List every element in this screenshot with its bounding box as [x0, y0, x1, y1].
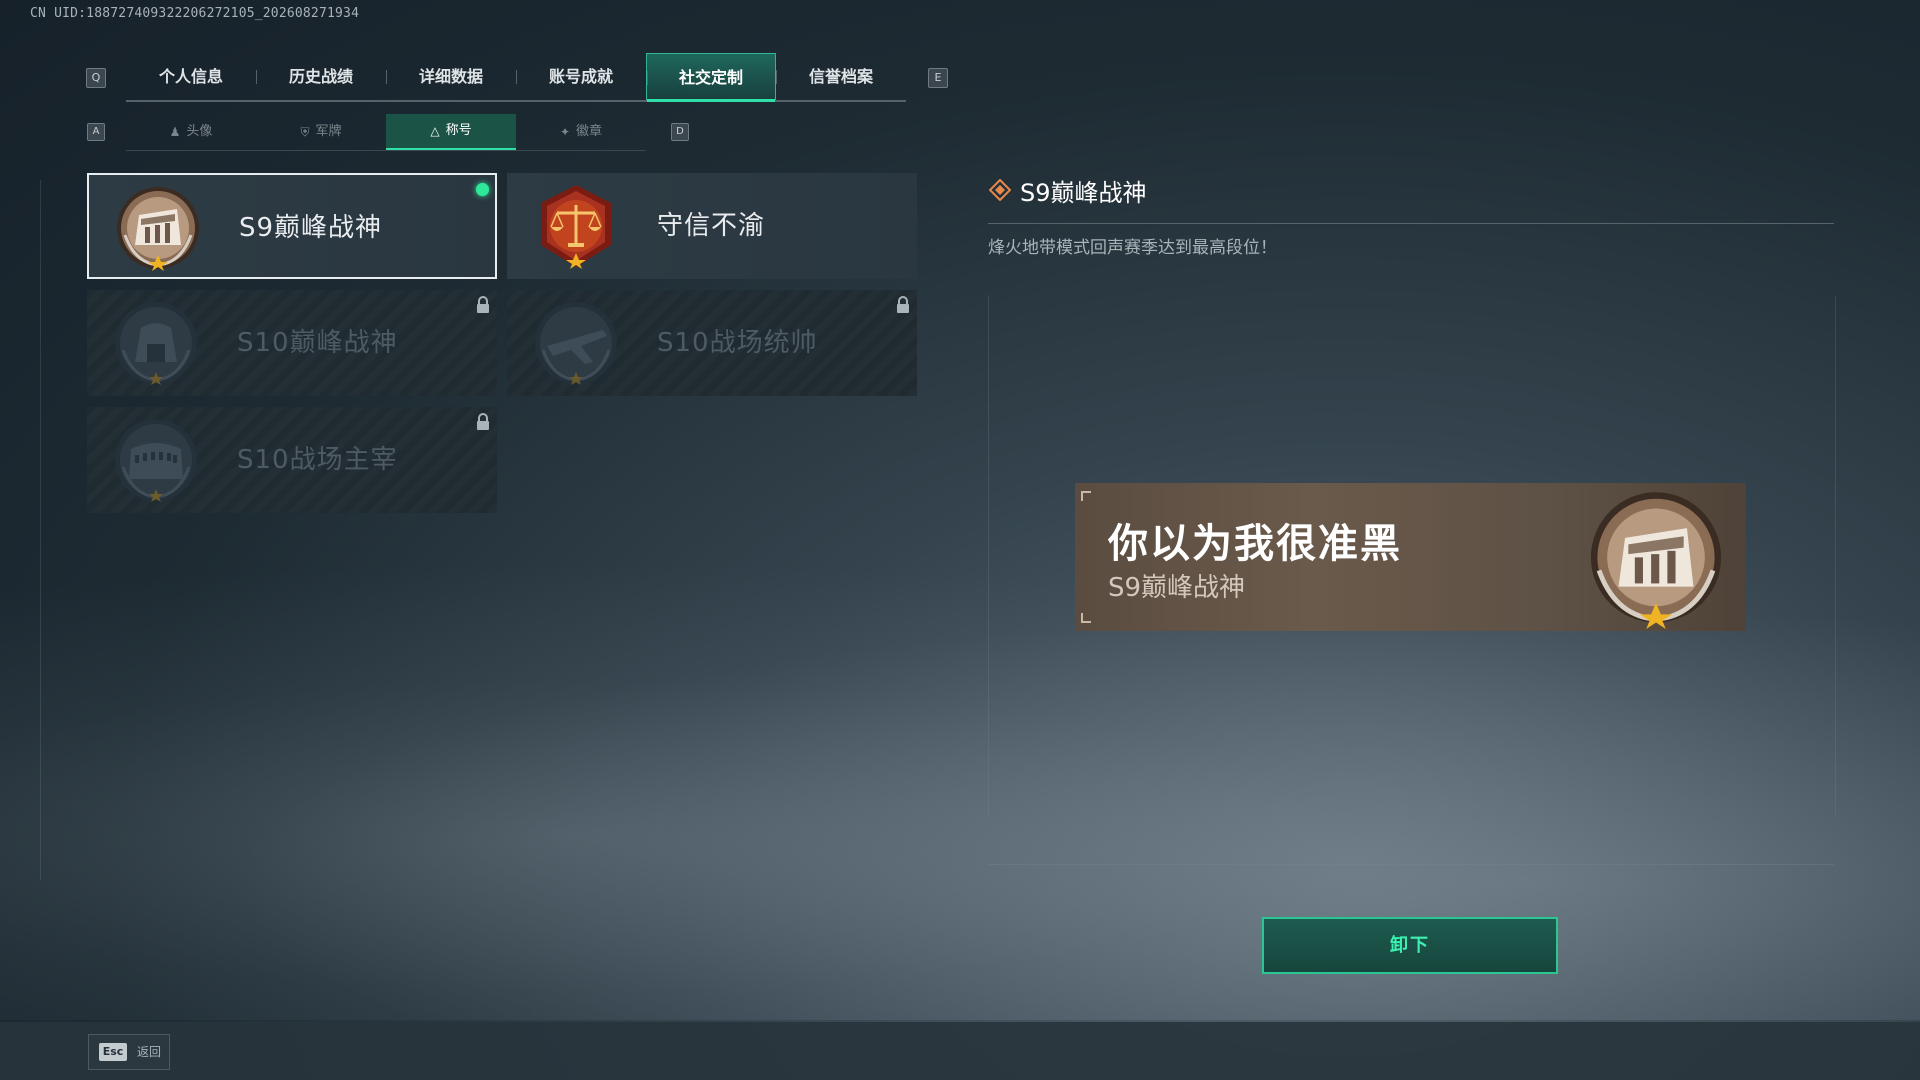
detail-title: S9巅峰战神 [1020, 179, 1147, 207]
title-card-name: S10战场统帅 [657, 328, 818, 358]
sub-tab-bar: ♟ 头像 ⛨ 军牌 △ 称号 ✦ 徽章 [126, 114, 646, 151]
tab-social-custom[interactable]: 社交定制 [646, 53, 776, 102]
nameplate-preview: 你以为我很准黑 S9巅峰战神 [1075, 483, 1746, 631]
subtab-right-key[interactable]: D [671, 123, 689, 141]
lock-icon [897, 296, 909, 313]
subtab-dogtag-label: 军牌 [315, 124, 342, 139]
tab-right-key[interactable]: E [928, 68, 948, 88]
lock-icon [477, 296, 489, 313]
bronze-monument-badge-icon [117, 187, 199, 271]
main-tab-bar: 个人信息 历史战绩 详细数据 账号成就 社交定制 信誉档案 [126, 53, 906, 102]
subtab-badge-label: 徽章 [576, 124, 603, 139]
triangle-icon: △ [430, 124, 440, 138]
nameplate-main-text: 你以为我很准黑 [1108, 521, 1402, 567]
back-button[interactable]: Esc 返回 [88, 1034, 170, 1070]
bronze-monument-badge-icon [1590, 492, 1722, 629]
esc-key: Esc [99, 1043, 127, 1061]
tab-left-key[interactable]: Q [86, 68, 106, 88]
subtab-title-label: 称号 [445, 123, 472, 138]
back-label: 返回 [137, 1045, 162, 1059]
subtab-left-key[interactable]: A [87, 123, 105, 141]
title-card[interactable]: 守信不渝 [507, 173, 917, 279]
monument-badge-icon [115, 302, 197, 385]
footer-bar [0, 1022, 1920, 1080]
title-card-name: S10巅峰战神 [237, 328, 398, 358]
uid-label: CN UID:188727409322206272105_20260827193… [30, 6, 360, 21]
tab-achievements[interactable]: 账号成就 [516, 53, 646, 100]
title-card[interactable]: S10巅峰战神 [87, 290, 497, 396]
nameplate-title-text: S9巅峰战神 [1108, 573, 1246, 603]
lock-icon [477, 413, 489, 430]
title-diamond-icon [989, 179, 1011, 201]
title-card-name: 守信不渝 [657, 211, 766, 241]
title-card[interactable]: S9巅峰战神 [87, 173, 497, 279]
tab-credit-record[interactable]: 信誉档案 [776, 53, 906, 100]
decor-line [40, 180, 41, 880]
tab-detailed-data[interactable]: 详细数据 [386, 53, 516, 100]
tab-match-history[interactable]: 历史战绩 [256, 53, 386, 100]
subtab-title[interactable]: △ 称号 [386, 114, 516, 150]
equipped-indicator-icon [476, 183, 489, 196]
subtab-avatar[interactable]: ♟ 头像 [126, 114, 256, 150]
detail-bottom-divider [988, 864, 1834, 865]
person-icon: ♟ [169, 125, 181, 139]
title-card-name: S9巅峰战神 [239, 213, 383, 243]
unequip-button[interactable]: 卸下 [1262, 917, 1558, 974]
title-card[interactable]: S10战场统帅 [507, 290, 917, 396]
subtab-badge[interactable]: ✦ 徽章 [516, 114, 646, 150]
tab-personal-info[interactable]: 个人信息 [126, 53, 256, 100]
colosseum-badge-icon [115, 419, 197, 502]
scales-badge-icon [541, 185, 611, 269]
title-card[interactable]: S10战场主宰 [87, 407, 497, 513]
detail-divider [988, 223, 1834, 224]
aircraft-badge-icon [535, 302, 617, 385]
bracket-decor [1081, 491, 1091, 501]
bracket-decor [1081, 613, 1091, 623]
subtab-avatar-label: 头像 [186, 124, 213, 139]
shield-icon: ⛨ [300, 125, 310, 139]
subtab-dogtag[interactable]: ⛨ 军牌 [256, 114, 386, 150]
wings-icon: ✦ [559, 125, 571, 139]
detail-description: 烽火地带模式回声赛季达到最高段位！ [988, 238, 1277, 258]
title-card-name: S10战场主宰 [237, 445, 398, 475]
